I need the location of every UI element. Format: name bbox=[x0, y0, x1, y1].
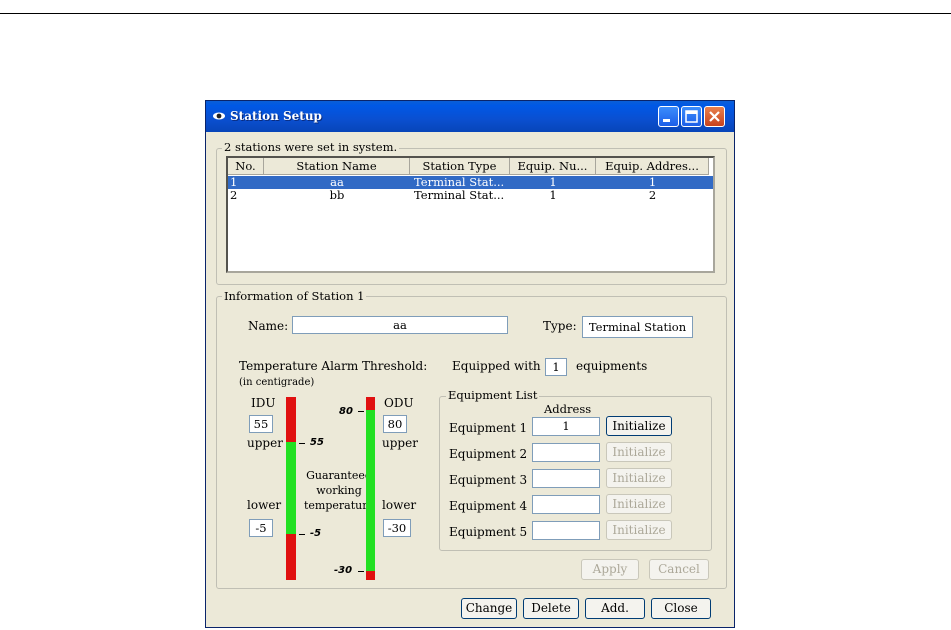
idu-lower-label: lower bbox=[247, 498, 282, 512]
equipment-2-initialize-button[interactable]: Initialize bbox=[606, 442, 672, 462]
equipment-1-address-field[interactable]: 1 bbox=[532, 417, 600, 436]
equipment-4-address-field[interactable] bbox=[532, 495, 600, 514]
window-title: Station Setup bbox=[230, 109, 322, 123]
temperature-unit-label: (in centigrade) bbox=[239, 377, 315, 388]
row-equip-address: 1 bbox=[648, 176, 657, 189]
close-window-button[interactable] bbox=[704, 106, 725, 127]
row-station-name: bb bbox=[329, 189, 345, 202]
table-row[interactable]: 2 bb Terminal Stat... 1 2 bbox=[228, 189, 713, 202]
type-label: Type: bbox=[543, 319, 577, 333]
delete-button[interactable]: Delete bbox=[523, 598, 579, 619]
column-header-no[interactable]: No. bbox=[228, 158, 264, 175]
equipment-4-initialize-button[interactable]: Initialize bbox=[606, 494, 672, 514]
row-no: 1 bbox=[230, 176, 238, 189]
row-station-type: Terminal Stat... bbox=[414, 176, 505, 189]
odu-bar-lower-alarm bbox=[366, 571, 375, 580]
column-header-station-name[interactable]: Station Name bbox=[264, 158, 410, 175]
add-button[interactable]: Add. bbox=[585, 598, 645, 619]
station-name-field[interactable]: aa bbox=[292, 316, 508, 334]
idu-upper-label: upper bbox=[247, 436, 283, 450]
odu-label: ODU bbox=[384, 396, 414, 410]
equipment-5-label: Equipment 5 bbox=[449, 525, 528, 539]
idu-lower-tick bbox=[299, 534, 305, 535]
idu-bar-lower-alarm bbox=[286, 534, 296, 580]
odu-upper-field[interactable]: 80 bbox=[383, 415, 407, 433]
equipment-1-label: Equipment 1 bbox=[449, 421, 528, 435]
column-header-station-type[interactable]: Station Type bbox=[410, 158, 510, 175]
equipment-count-field[interactable]: 1 bbox=[545, 358, 567, 376]
equipment-2-label: Equipment 2 bbox=[449, 447, 528, 461]
odu-lower-label: lower bbox=[382, 498, 417, 512]
station-info-legend: Information of Station 1 bbox=[222, 289, 367, 303]
equipment-list-legend: Equipment List bbox=[446, 388, 540, 402]
table-row[interactable]: 1 aa Terminal Stat... 1 1 bbox=[228, 176, 713, 189]
equipment-3-initialize-button[interactable]: Initialize bbox=[606, 468, 672, 488]
minimize-icon bbox=[663, 119, 670, 122]
row-equip-number: 1 bbox=[549, 189, 557, 202]
minimize-button[interactable] bbox=[658, 106, 679, 127]
odu-upper-tick bbox=[358, 411, 364, 412]
station-type-field: Terminal Station bbox=[582, 316, 693, 338]
idu-upper-field[interactable]: 55 bbox=[249, 415, 273, 433]
odu-bar-working-range bbox=[366, 410, 375, 571]
idu-upper-tick bbox=[299, 443, 305, 444]
stations-group-legend: 2 stations were set in system. bbox=[222, 140, 400, 154]
equipments-label: equipments bbox=[576, 359, 648, 373]
app-eye-icon bbox=[213, 112, 225, 120]
close-icon bbox=[709, 111, 720, 122]
equipment-2-address-field[interactable] bbox=[532, 443, 600, 462]
station-setup-window: Station Setup 2 stations were set in sys… bbox=[205, 100, 735, 628]
column-header-equip-address[interactable]: Equip. Addres... bbox=[596, 158, 709, 175]
apply-button[interactable]: Apply bbox=[581, 559, 639, 580]
name-label: Name: bbox=[248, 319, 289, 333]
odu-lower-mark: -30 bbox=[334, 565, 353, 576]
odu-bar-upper-alarm bbox=[366, 397, 375, 410]
close-button[interactable]: Close bbox=[651, 598, 711, 619]
row-station-type: Terminal Stat... bbox=[414, 189, 505, 202]
equipment-5-address-field[interactable] bbox=[532, 521, 600, 540]
equipment-4-label: Equipment 4 bbox=[449, 499, 528, 513]
idu-bar-working-range bbox=[286, 442, 296, 534]
odu-lower-tick bbox=[358, 571, 364, 572]
equipment-1-initialize-button[interactable]: Initialize bbox=[606, 416, 672, 436]
maximize-icon bbox=[685, 110, 698, 123]
row-station-name: aa bbox=[330, 176, 344, 189]
stations-list[interactable]: No. Station Name Station Type Equip. Nu.… bbox=[226, 156, 715, 273]
idu-lower-mark: -5 bbox=[310, 528, 322, 539]
cancel-button[interactable]: Cancel bbox=[649, 559, 709, 580]
idu-label: IDU bbox=[251, 396, 276, 410]
maximize-button[interactable] bbox=[681, 106, 702, 127]
column-header-equip-number[interactable]: Equip. Nu... bbox=[510, 158, 596, 175]
idu-bar-upper-alarm bbox=[286, 397, 296, 442]
equipment-5-initialize-button[interactable]: Initialize bbox=[606, 520, 672, 540]
odu-upper-label: upper bbox=[382, 436, 418, 450]
row-no: 2 bbox=[230, 189, 238, 202]
equipment-3-label: Equipment 3 bbox=[449, 473, 528, 487]
idu-upper-mark: 55 bbox=[310, 437, 324, 448]
row-equip-address: 2 bbox=[648, 189, 657, 202]
address-column-label: Address bbox=[544, 402, 592, 416]
title-bar[interactable]: Station Setup bbox=[206, 101, 734, 132]
equipment-3-address-field[interactable] bbox=[532, 469, 600, 488]
odu-upper-mark: 80 bbox=[339, 406, 353, 417]
page-top-rule bbox=[0, 13, 951, 14]
equipped-with-label: Equipped with bbox=[452, 359, 541, 373]
temperature-threshold-label: Temperature Alarm Threshold: bbox=[239, 359, 428, 373]
idu-lower-field[interactable]: -5 bbox=[249, 519, 273, 537]
change-button[interactable]: Change bbox=[461, 598, 517, 619]
odu-lower-field[interactable]: -30 bbox=[383, 519, 411, 537]
row-equip-number: 1 bbox=[549, 176, 557, 189]
